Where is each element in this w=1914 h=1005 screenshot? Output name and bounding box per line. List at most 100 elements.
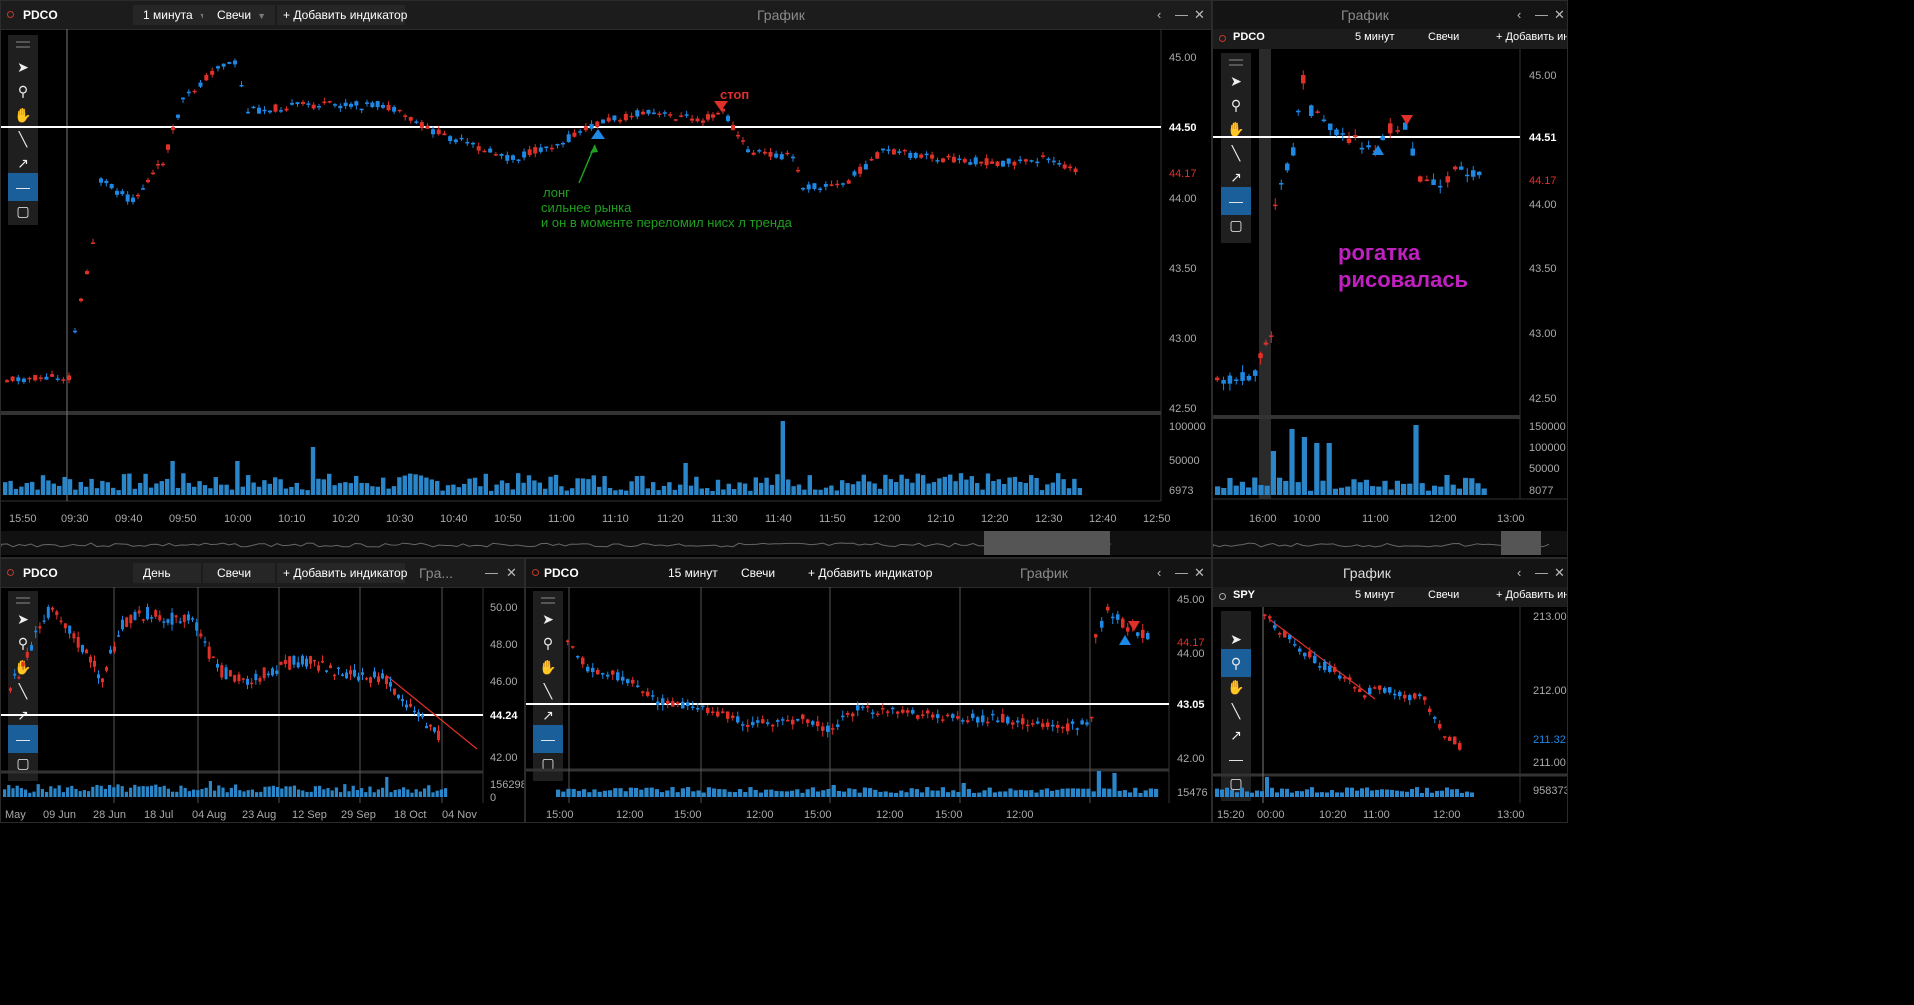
volume-bar [618, 489, 623, 495]
volume-bar [351, 785, 355, 797]
stop-note: стоп [720, 87, 750, 102]
candle [182, 614, 186, 622]
volume-bar [129, 787, 133, 797]
candle [425, 725, 428, 729]
candle [774, 153, 779, 158]
candle [771, 724, 775, 727]
volume-bar [1070, 788, 1075, 797]
candle [471, 142, 475, 145]
volume-bar [294, 482, 299, 495]
volume-bar [364, 792, 368, 797]
candle [141, 619, 145, 621]
volume-bar [1432, 485, 1438, 495]
time-label: 15:50 [9, 513, 37, 525]
candle [198, 82, 203, 87]
candle [869, 159, 874, 161]
bottom-right-chart-svg[interactable] [1213, 559, 1568, 823]
volume-bar [364, 483, 370, 495]
candle [10, 376, 15, 381]
time-label: 12:00 [1429, 513, 1457, 525]
volume-bar [1390, 789, 1394, 797]
candle [1066, 723, 1070, 732]
volume-bar [256, 486, 262, 495]
last-price-label: 44.17 [1529, 175, 1557, 187]
volume-bar [780, 421, 785, 495]
candle [192, 90, 197, 93]
volume-bar [57, 485, 62, 495]
candle [816, 721, 820, 727]
volume-bar [722, 789, 727, 797]
volume-bar [66, 787, 70, 797]
time-label: 09 Jun [43, 809, 77, 821]
candle [79, 298, 83, 302]
time-label: 12:40 [1089, 513, 1117, 525]
candle [1321, 119, 1327, 122]
candle [656, 701, 660, 705]
volume-bar [883, 791, 888, 797]
price-label: 213.00 [1533, 611, 1567, 623]
volume-bar [82, 790, 86, 797]
bottom-left-chart-svg[interactable] [1, 559, 525, 823]
volume-bar [1154, 788, 1159, 797]
candle [1136, 632, 1140, 636]
volume-bar [795, 789, 800, 797]
candle [1340, 133, 1345, 135]
candle [906, 710, 910, 713]
candle [115, 190, 119, 195]
volume-bar [1310, 787, 1314, 797]
volume-bar [1065, 788, 1070, 797]
candle [891, 149, 896, 155]
volume-bar [186, 482, 191, 495]
volume-bar [1044, 788, 1049, 797]
candle [786, 719, 790, 722]
candle [301, 655, 304, 665]
volume-bar [888, 479, 893, 495]
volume-bar [958, 473, 964, 495]
volume-bar [305, 791, 309, 797]
volume-bar [238, 790, 242, 797]
candle [1246, 375, 1252, 381]
price-label: 50.00 [490, 602, 518, 614]
main-chart-svg[interactable] [1, 1, 1212, 558]
volume-bar [1029, 475, 1034, 495]
candle [1323, 661, 1327, 670]
volume-bar [224, 484, 229, 495]
volume-bar [904, 792, 909, 797]
volume-bar [586, 479, 591, 495]
candle [1413, 693, 1417, 699]
volume-bar [575, 478, 580, 495]
candle [1438, 185, 1443, 188]
volume-bar [1112, 773, 1117, 797]
candle [295, 102, 300, 105]
candle [141, 188, 145, 190]
candle [1062, 164, 1067, 169]
volume-bar [19, 788, 23, 797]
candle [684, 114, 689, 116]
volume-bar [873, 789, 878, 797]
candle [591, 667, 595, 673]
volume-bar [1050, 790, 1055, 797]
candle [125, 194, 130, 202]
volume-bar [1215, 486, 1221, 495]
volume-bar [592, 789, 597, 797]
bottom-mid-chart-svg[interactable] [526, 559, 1212, 823]
volume-bar [1455, 789, 1459, 797]
volume-bar [397, 789, 401, 797]
candle [1035, 161, 1040, 164]
candle [76, 636, 80, 648]
volume-bar [89, 478, 94, 495]
candle [908, 152, 913, 158]
volume-bar [1260, 791, 1264, 797]
candle [991, 713, 995, 716]
volume-bar [831, 785, 836, 797]
candle [931, 714, 935, 718]
volume-bar [472, 477, 478, 495]
candle [421, 714, 424, 718]
candle [841, 715, 845, 718]
volume-bar [1388, 489, 1394, 495]
candle [59, 620, 63, 623]
volume-bar [1339, 487, 1345, 495]
candle [826, 725, 830, 732]
candle [408, 117, 413, 121]
candle [211, 656, 215, 659]
